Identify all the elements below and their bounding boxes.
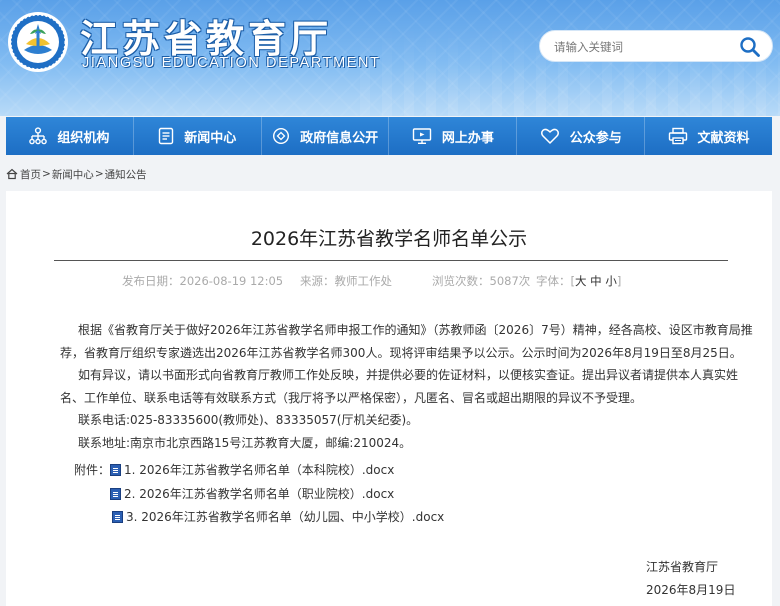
nav-label-online-services: 网上办事: [441, 130, 494, 146]
font-size-small[interactable]: 小: [605, 274, 617, 288]
attachment-row: 2. 2026年江苏省教学名师名单（职业院校）.docx: [110, 485, 394, 502]
breadcrumb: 首页 > 新闻中心 > 通知公告: [6, 166, 147, 182]
attachment-link-3[interactable]: 3. 2026年江苏省教学名师名单（幼儿园、中小学校）.docx: [126, 508, 444, 525]
publish-date: 发布日期：2026-08-19 12:05: [122, 274, 284, 288]
breadcrumb-separator: >: [94, 168, 104, 180]
printer-icon: [668, 127, 687, 145]
nav-item-news[interactable]: 新闻中心: [134, 117, 262, 155]
nav-item-online-services[interactable]: 网上办事: [389, 117, 518, 155]
nav-item-info-disclosure[interactable]: 政府信息公开: [262, 117, 390, 155]
font-size-medium[interactable]: 中: [590, 274, 602, 288]
paragraph-1-line-1: 根据《省教育厅关于做好2026年江苏省教学名师申报工作的通知》（苏教师函〔202…: [78, 323, 753, 337]
article-source: 来源：教师工作处: [300, 274, 392, 288]
title-divider: [54, 260, 728, 261]
issuer-signature: 江苏省教育厅: [646, 560, 719, 574]
attachment-link-2[interactable]: 2. 2026年江苏省教学名师名单（职业院校）.docx: [124, 485, 394, 502]
paragraph-1-line-2: 荐，省教育厅组织专家遴选出2026年江苏省教学名师300人。现将评审结果予以公示…: [60, 345, 742, 360]
monitor-icon: [412, 128, 432, 144]
jiangsu-education-emblem-icon[interactable]: [6, 10, 70, 74]
search-input[interactable]: [554, 37, 734, 57]
word-document-icon: [110, 487, 121, 500]
view-count: 浏览次数：5087次: [432, 274, 531, 288]
breadcrumb-home-link[interactable]: 首页: [20, 167, 41, 182]
font-size-large[interactable]: 大: [575, 274, 587, 288]
breadcrumb-separator: >: [42, 168, 51, 180]
article-container: 2026年江苏省教学名师名单公示 发布日期：2026-08-19 12:05 来…: [6, 191, 772, 606]
article-meta: 发布日期：2026-08-19 12:05 来源：教师工作处 浏览次数：5087…: [122, 273, 621, 289]
nav-label-info-disclosure: 政府信息公开: [300, 130, 379, 146]
attachments-label: 附件：: [74, 463, 111, 477]
word-document-icon: [110, 463, 122, 476]
search-box: [539, 30, 773, 62]
home-icon: [6, 168, 18, 180]
nav-item-organization[interactable]: 组织机构: [6, 117, 134, 155]
info-disclosure-icon: [273, 127, 290, 145]
attachment-row: 附件： 1. 2026年江苏省教学名师名单（本科院校）.docx: [74, 461, 394, 478]
search-icon[interactable]: [738, 35, 762, 59]
article-title: 2026年江苏省教学名师名单公示: [250, 228, 528, 250]
nav-item-documents[interactable]: 文献资料: [645, 117, 772, 155]
breadcrumb-news-link[interactable]: 新闻中心: [52, 167, 94, 182]
nav-label-organization: 组织机构: [57, 130, 110, 146]
issue-date: 2026年8月19日: [646, 583, 736, 597]
news-doc-icon: [159, 127, 174, 145]
paragraph-2-line-1: 如有异议，请以书面形式向省教育厅教师工作处反映，并提供必要的佐证材料，以便核实查…: [78, 368, 739, 382]
attachment-link-1[interactable]: 1. 2026年江苏省教学名师名单（本科院校）.docx: [124, 461, 394, 478]
heart-icon: [540, 128, 559, 144]
paragraph-2-line-2: 名、工作单位、联系电话等有效联系方式（我厅将予以严格保密），凡匿名、冒名或超出期…: [60, 390, 643, 405]
font-size-label: 字体：: [536, 274, 571, 288]
contact-address: 联系地址:南京市北京西路15号江苏教育大厦，邮编:210024。: [78, 435, 412, 450]
attachment-row: 3. 2026年江苏省教学名师名单（幼儿园、中小学校）.docx: [112, 508, 444, 525]
word-document-icon: [112, 510, 123, 523]
site-subtitle: JIANGSU EDUCATION DEPARTMENT: [82, 55, 381, 71]
main-nav: 组织机构 新闻中心 政府信息公开 网上办事 公众参与 文献资料: [6, 117, 772, 155]
org-chart-icon: [29, 127, 48, 145]
article-body: 根据《省教育厅关于做好2026年江苏省教学名师申报工作的通知》（苏教师函〔202…: [60, 319, 753, 454]
nav-item-public-participation[interactable]: 公众参与: [517, 117, 646, 155]
nav-label-documents: 文献资料: [697, 130, 750, 146]
nav-label-news: 新闻中心: [184, 130, 237, 146]
breadcrumb-notice-link[interactable]: 通知公告: [105, 167, 147, 182]
font-size-switcher: 字体：[大 中 小]: [536, 274, 622, 288]
contact-phone: 联系电话:025-83335600(教师处)、83335057(厅机关纪委)。: [78, 413, 419, 427]
nav-label-public-participation: 公众参与: [569, 130, 622, 146]
site-header: 江苏省教育厅 JIANGSU EDUCATION DEPARTMENT: [0, 0, 780, 116]
